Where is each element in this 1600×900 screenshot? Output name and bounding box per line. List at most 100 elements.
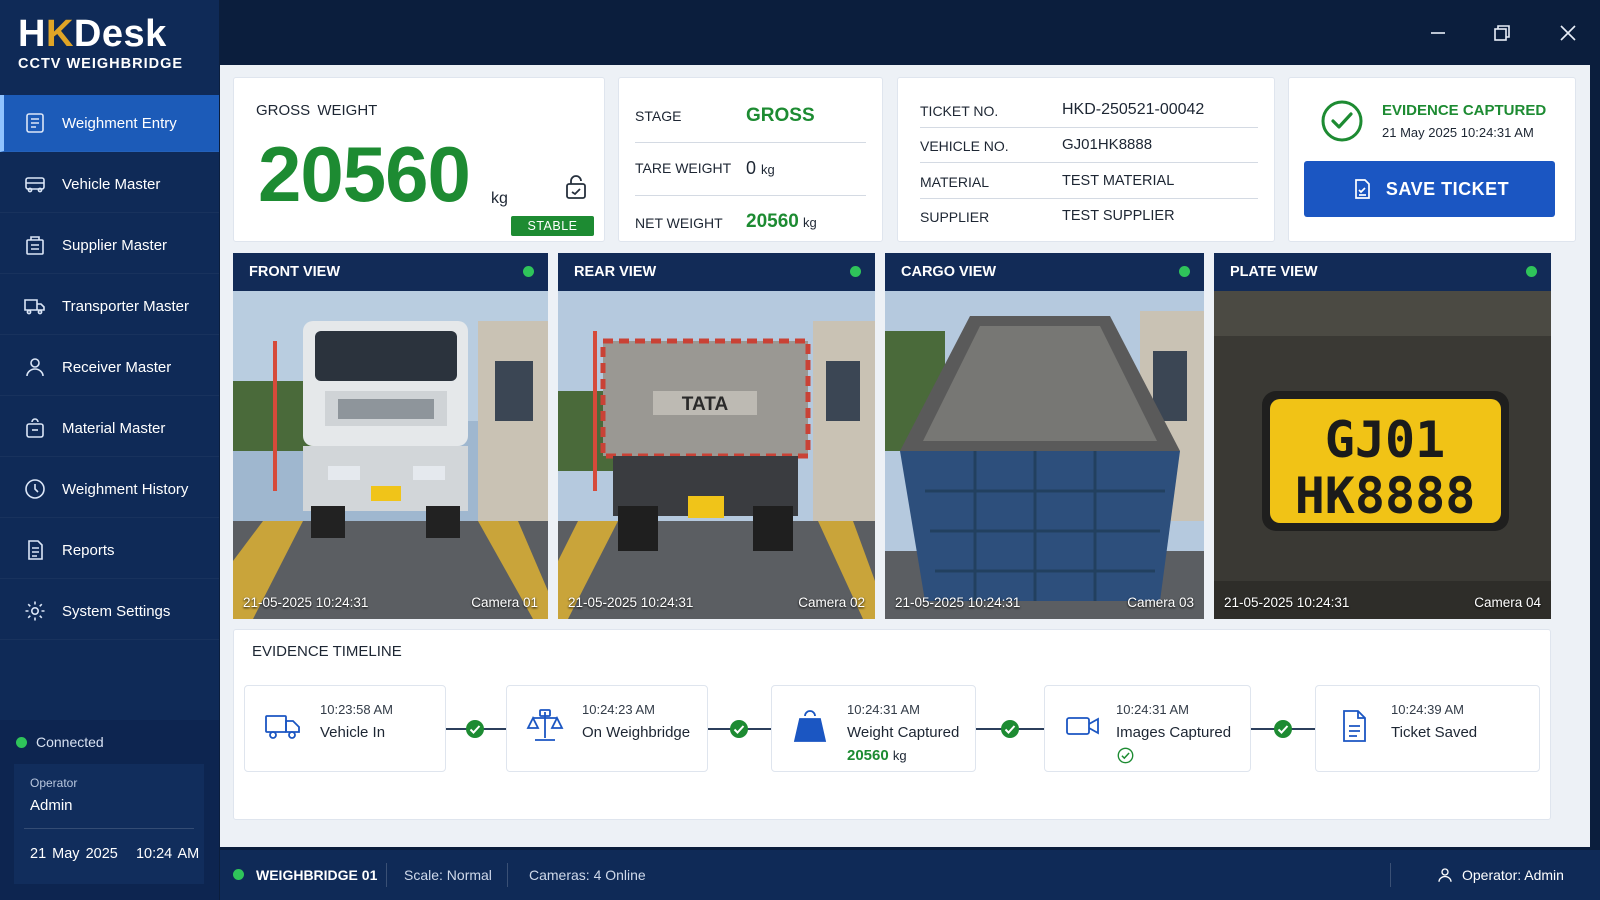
current-datetime: 21 May 2025 10:24 AM [30,846,199,862]
gross-weight-card: GROSS WEIGHT 20560 kg STABLE [233,77,605,242]
operator-panel: Operator Admin 21 May 2025 10:24 AM [14,764,204,884]
material-label: MATERIAL [920,174,989,190]
check-circle-icon [1321,100,1363,142]
status-dot-icon [16,736,27,748]
camera-tile-rear[interactable]: REAR VIEW TATA 21-05-2025 10:24:31 Camer… [558,253,875,619]
vehicle-no-label: VEHICLE NO. [920,138,1009,154]
lock-icon[interactable] [562,173,590,201]
gross-weight-title: GROSS WEIGHT [256,102,378,119]
sidebar-item-reports[interactable]: Reports [0,522,219,579]
camera-id: Camera 01 [471,595,538,610]
camera-timestamp: 21-05-2025 10:24:31 [568,595,694,610]
camera-header: PLATE VIEW [1214,253,1551,291]
ticket-no-label: TICKET NO. [920,103,999,119]
sidebar-item-label: Weighment Entry [62,114,177,132]
save-ticket-button[interactable]: SAVE TICKET [1304,161,1555,217]
sidebar-item-weighment-history[interactable]: Weighment History [0,461,219,518]
scale-icon [22,110,48,136]
weighbridge-status-dot-icon [233,869,244,880]
logo-text-desk: Desk [73,13,167,55]
divider [920,127,1258,128]
camera-online-dot [1526,266,1537,277]
timeline-step-vehicle-in: 10:23:58 AM Vehicle In [244,685,446,772]
operator-label: Operator [30,776,78,790]
divider [24,828,194,829]
timeline-step-images-captured: 10:24:31 AM Images Captured [1044,685,1251,772]
tare-weight-label: TARE WEIGHT [635,160,732,176]
box-icon [22,415,48,441]
current-time: 10:24 AM [135,846,200,862]
sidebar-item-weighment-entry[interactable]: Weighment Entry [0,95,219,152]
sidebar-item-label: Supplier Master [62,236,168,254]
history-icon [22,476,48,502]
truck-brand-text: TATA [682,394,729,415]
timeline-time: 10:24:31 AM [1116,702,1189,717]
divider [1390,863,1391,887]
divider [635,195,866,196]
tare-weight-unit: kg [761,162,775,177]
logo-text-h: H [18,13,46,55]
sidebar-item-supplier-master[interactable]: Supplier Master [0,217,219,274]
sidebar-item-label: Reports [62,541,115,559]
supplier-value: TEST SUPPLIER [1062,208,1175,224]
camera-feed-rear: TATA [558,291,875,619]
timeline-step-ticket-saved: 10:24:39 AM Ticket Saved [1315,685,1540,772]
evidence-timeline-card: EVIDENCE TIMELINE 10:23:58 AM Vehicle In… [233,629,1551,820]
camera-title: PLATE VIEW [1230,264,1318,280]
camera-feed-cargo [885,291,1204,619]
net-weight-unit: kg [803,215,817,230]
camera-tile-front[interactable]: FRONT VIEW 21-05-2025 10:24:31 Camera 01 [233,253,548,619]
building-icon [22,232,48,258]
save-ticket-label: SAVE TICKET [1385,178,1510,199]
sidebar-item-system-settings[interactable]: System Settings [0,583,219,640]
timeline-label: Weight Captured [847,724,960,741]
timeline-time: 10:24:39 AM [1391,702,1464,717]
check-circle-icon [466,720,484,738]
sidebar-item-label: Vehicle Master [62,175,161,193]
timeline-label: Vehicle In [320,724,386,741]
restore-button[interactable] [1487,18,1517,48]
scale-icon [525,706,565,746]
ticket-no-value: HKD-250521-00042 [1062,101,1205,118]
divider [386,863,387,887]
timeline-time: 10:24:23 AM [582,702,655,717]
document-icon [1334,706,1374,746]
close-icon [1560,25,1576,41]
gross-weight-unit: kg [491,190,508,207]
weight-icon [790,706,830,746]
minimize-button[interactable] [1423,18,1453,48]
check-circle-icon [1001,720,1019,738]
timeline-time: 10:24:31 AM [847,702,920,717]
video-icon [1063,706,1103,746]
restore-icon [1494,25,1510,41]
timeline-label: Images Captured [1116,724,1232,741]
current-date: 21 May 2025 [30,846,118,862]
timeline-weight-unit: kg [892,748,907,763]
net-weight-value: 20560 [746,211,799,232]
minimize-icon [1431,32,1445,34]
timeline-title: EVIDENCE TIMELINE [252,643,402,660]
timeline-time: 10:23:58 AM [320,702,393,717]
truck-icon [22,171,48,197]
camera-online-dot [1179,266,1190,277]
supplier-label: SUPPLIER [920,209,990,225]
timeline-weight-value: 20560 [847,747,889,764]
sidebar-item-transporter-master[interactable]: Transporter Master [0,278,219,335]
sidebar-item-receiver-master[interactable]: Receiver Master [0,339,219,396]
net-weight: 20560 kg [746,211,817,233]
check-circle-icon [1117,747,1134,764]
close-button[interactable] [1553,18,1583,48]
sidebar-item-vehicle-master[interactable]: Vehicle Master [0,156,219,213]
timeline-label: Ticket Saved [1391,724,1478,741]
sidebar-item-material-master[interactable]: Material Master [0,400,219,457]
stage-card: STAGE GROSS TARE WEIGHT 0 kg NET WEIGHT … [618,77,883,242]
ticket-details-card: TICKET NO. HKD-250521-00042 VEHICLE NO. … [897,77,1275,242]
evidence-status: EVIDENCE CAPTURED [1382,102,1547,119]
camera-tile-cargo[interactable]: CARGO VIEW 21-05-2025 10:24:31 Camera 03 [885,253,1204,619]
cameras-status: Cameras: 4 Online [529,867,646,883]
divider [507,863,508,887]
camera-tile-plate[interactable]: PLATE VIEW GJ01 HK8888 21-05-2025 10:24:… [1214,253,1551,619]
sidebar: HKDesk CCTV WEIGHBRIDGE Weighment Entry … [0,0,219,900]
truck-icon [263,706,303,746]
tare-weight-value: 0 [746,158,757,178]
